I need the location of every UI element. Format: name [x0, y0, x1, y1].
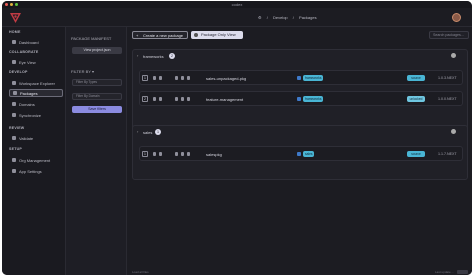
main-content: + Create a new package Package Only View …: [127, 27, 472, 275]
status-toggle[interactable]: [457, 270, 468, 274]
link-icon[interactable]: [181, 97, 184, 101]
plus-icon: +: [136, 33, 139, 38]
load-files-label: Load all files: [132, 270, 149, 274]
dependency-icon[interactable]: [153, 97, 156, 101]
search-input[interactable]: Search packages...: [429, 31, 469, 39]
edit-icon[interactable]: [175, 152, 178, 156]
sidebar-item-eye-view[interactable]: Eye View: [9, 58, 63, 66]
app-window: codex ⚙ / Develop / Packages HOME Dashbo…: [2, 1, 472, 275]
window-title: codex: [231, 2, 243, 7]
sidebar: HOME Dashboard COLLABORATE Eye View DEVE…: [2, 27, 66, 275]
breadcrumb: ⚙ / Develop / Packages: [258, 15, 317, 20]
chevron-icon: ›: [137, 53, 139, 58]
row-index: 2: [142, 96, 148, 102]
delete-icon[interactable]: [187, 97, 190, 101]
sync-icon: [12, 113, 16, 117]
sidebar-item-packages[interactable]: Packages: [9, 89, 63, 97]
avatar[interactable]: [452, 13, 461, 22]
status-badge: source: [407, 75, 425, 81]
upload-icon[interactable]: [159, 97, 162, 101]
filter-types-select[interactable]: Filter By Types: [72, 79, 122, 86]
status-badge: unlocked: [407, 96, 425, 102]
title-bar: codex: [2, 1, 472, 8]
upload-icon[interactable]: [159, 152, 162, 156]
group-count: 1: [155, 129, 161, 135]
dependency-icon[interactable]: [153, 76, 156, 80]
group-name: frameworks: [143, 54, 164, 59]
group-name: sales: [143, 130, 153, 135]
status-badge: source: [407, 151, 425, 157]
package-name: feature-management: [206, 97, 244, 102]
section-setup: SETUP: [9, 147, 22, 151]
table-row[interactable]: 1 salespkg sales source 1.1.7.NEXT: [139, 146, 463, 161]
sidebar-item-validate[interactable]: Validate: [9, 134, 63, 142]
group-header[interactable]: › frameworks 2: [133, 50, 467, 64]
package-name: salespkg: [206, 152, 222, 157]
section-home: HOME: [9, 30, 21, 34]
filter-by-label: FILTER BY ▾: [71, 69, 94, 74]
edit-icon[interactable]: [175, 97, 178, 101]
package-version: 1.0.3.NEXT: [438, 76, 457, 80]
create-package-button[interactable]: + Create a new package: [132, 31, 188, 39]
dashboard-icon: [12, 40, 16, 44]
domain-tag: sales: [303, 151, 315, 157]
sidebar-item-app-settings[interactable]: App Settings: [9, 167, 63, 175]
package-name: sales-unpackaged-pkg: [206, 76, 247, 81]
table-row[interactable]: 2 feature-management frameworks unlocked…: [139, 91, 463, 106]
group-settings-icon[interactable]: [451, 53, 456, 58]
org-icon: [12, 158, 16, 162]
table-row[interactable]: 1 sales-unpackaged-pkg frameworks source…: [139, 70, 463, 85]
breadcrumb-develop[interactable]: Develop: [273, 15, 288, 20]
section-develop: DEVELOP: [9, 70, 28, 74]
sidebar-item-org-management[interactable]: Org Management: [9, 156, 63, 164]
app-logo-icon: [10, 13, 21, 23]
row-index: 1: [142, 151, 148, 157]
section-collaborate: COLLABORATE: [9, 50, 39, 54]
group-header[interactable]: › sales 1: [133, 126, 467, 140]
filter-icon: ▾: [91, 69, 94, 74]
row-index: 1: [142, 75, 148, 81]
group-count: 2: [169, 53, 175, 59]
link-icon[interactable]: [181, 76, 184, 80]
delete-icon[interactable]: [187, 152, 190, 156]
package-only-view-button[interactable]: Package Only View: [191, 31, 243, 39]
breadcrumb-packages[interactable]: Packages: [299, 15, 317, 20]
sidebar-item-workspace-explorer[interactable]: Workspace Explorer: [9, 79, 63, 87]
link-icon[interactable]: [181, 152, 184, 156]
last-update-label: Last update ...: [435, 270, 455, 274]
domain-tag-icon: [297, 76, 301, 80]
folder-icon: [12, 81, 16, 85]
domain-tag-icon: [297, 152, 301, 156]
sidebar-item-dashboard[interactable]: Dashboard: [9, 38, 63, 46]
domain-icon: [12, 102, 16, 106]
dependency-icon[interactable]: [153, 152, 156, 156]
package-group-sales: › sales 1 1 salespkg sales source 1.1.7.…: [132, 125, 468, 180]
panel-heading: PACKAGE MANIFEST: [71, 36, 112, 41]
package-manifest-panel: PACKAGE MANIFEST View project.json FILTE…: [66, 27, 127, 275]
eye-icon: [12, 60, 16, 64]
domain-tag: frameworks: [303, 96, 324, 102]
group-settings-icon[interactable]: [451, 129, 456, 134]
top-bar: ⚙ / Develop / Packages: [2, 8, 472, 27]
toggle-icon: [194, 33, 198, 37]
package-version: 1.0.0.NEXT: [438, 97, 457, 101]
delete-icon[interactable]: [187, 76, 190, 80]
domain-tag: frameworks: [303, 75, 324, 81]
gear-icon: [12, 169, 16, 173]
section-review: REVIEW: [9, 126, 25, 130]
package-icon: [13, 91, 17, 95]
domain-tag-icon: [297, 97, 301, 101]
chevron-icon: ›: [137, 129, 139, 134]
filter-domain-select[interactable]: Filter By Domain: [72, 93, 122, 100]
settings-icon[interactable]: ⚙: [258, 15, 262, 20]
package-version: 1.1.7.NEXT: [438, 152, 457, 156]
save-filters-button[interactable]: Save filters: [72, 106, 122, 113]
edit-icon[interactable]: [175, 76, 178, 80]
view-project-json-button[interactable]: View project.json: [72, 47, 122, 54]
upload-icon[interactable]: [159, 76, 162, 80]
sidebar-item-domains[interactable]: Domains: [9, 100, 63, 108]
sidebar-item-synchronize[interactable]: Synchronize: [9, 111, 63, 119]
check-icon: [12, 136, 16, 140]
